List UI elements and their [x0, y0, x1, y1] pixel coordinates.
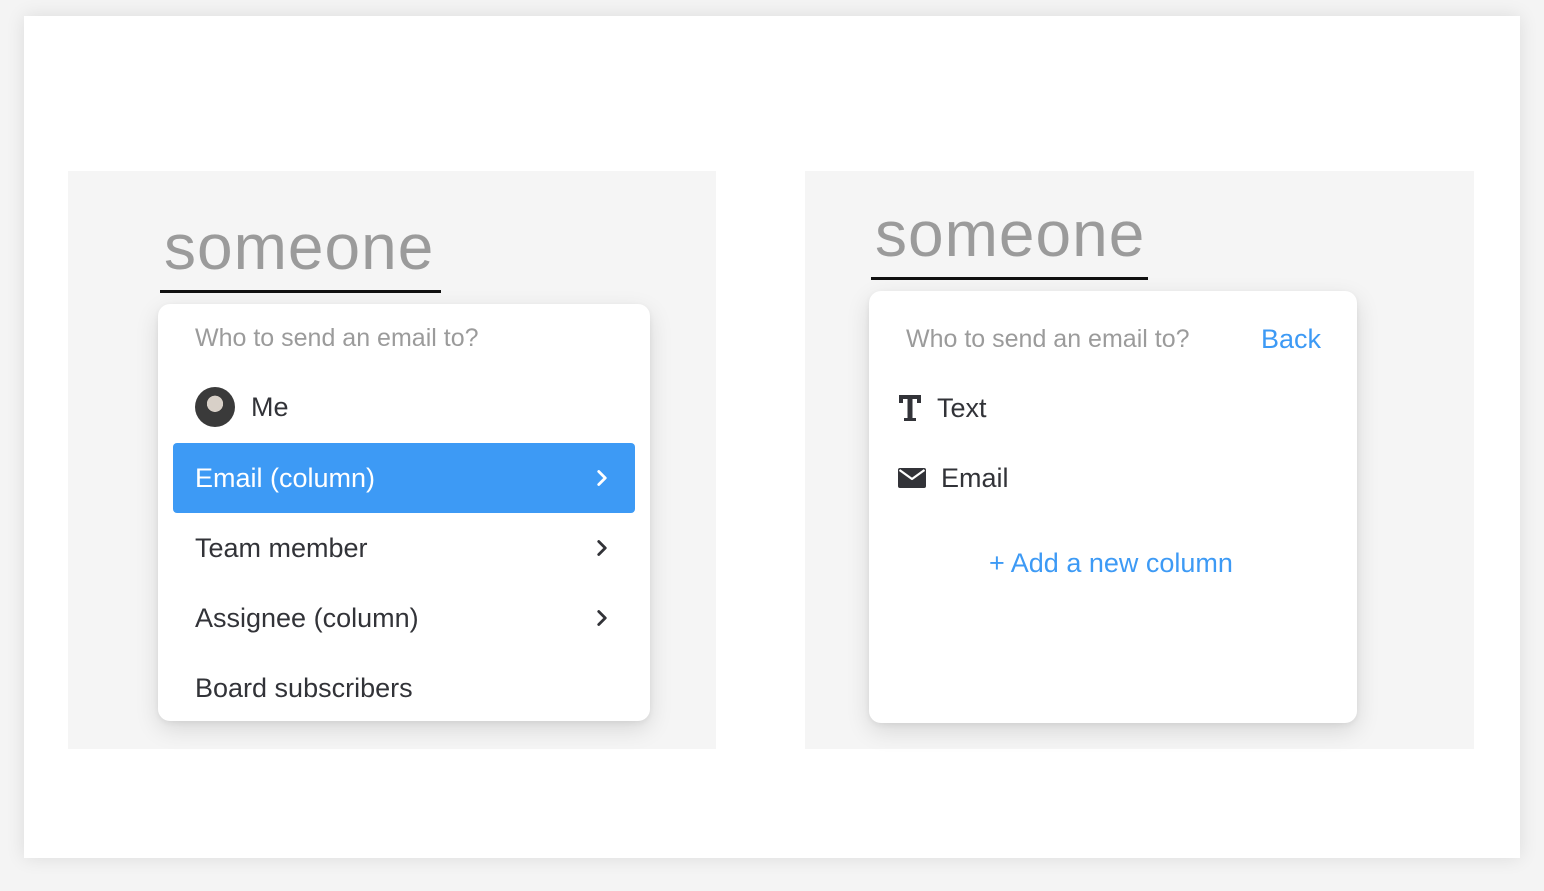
chevron-right-icon: [597, 470, 607, 486]
right-panel: someone Who to send an email to? Back Te…: [805, 171, 1474, 749]
option-text-column[interactable]: Text: [897, 383, 1327, 433]
option-email-column[interactable]: Email (column): [173, 443, 635, 513]
option-board-subscribers[interactable]: Board subscribers: [173, 653, 635, 723]
token-underline: [160, 290, 441, 293]
chevron-right-icon: [597, 610, 607, 626]
option-email-column[interactable]: Email: [897, 453, 1327, 503]
recipient-token[interactable]: someone: [164, 215, 434, 279]
option-email-column-label: Email (column): [195, 462, 376, 493]
token-underline: [871, 277, 1148, 280]
recipient-dropdown: Who to send an email to? Me Email (colum…: [158, 304, 650, 721]
option-me-label: Me: [251, 391, 289, 422]
dropdown-prompt: Who to send an email to?: [195, 324, 479, 352]
avatar: [195, 387, 235, 427]
back-link[interactable]: Back: [1261, 324, 1321, 355]
recipient-token[interactable]: someone: [875, 202, 1145, 266]
option-me[interactable]: Me: [173, 376, 635, 438]
dropdown-prompt: Who to send an email to?: [906, 325, 1190, 353]
add-new-column-link[interactable]: + Add a new column: [989, 548, 1233, 579]
text-type-icon: [899, 395, 921, 421]
option-email-label: Email: [941, 462, 1009, 493]
option-team-member-label: Team member: [195, 532, 368, 563]
option-text-label: Text: [937, 392, 987, 423]
option-team-member[interactable]: Team member: [173, 513, 635, 583]
chevron-right-icon: [597, 540, 607, 556]
column-type-dropdown: Who to send an email to? Back Text Email…: [869, 291, 1357, 723]
envelope-icon: [898, 468, 926, 488]
option-assignee-column-label: Assignee (column): [195, 602, 419, 633]
option-board-subscribers-label: Board subscribers: [195, 672, 413, 703]
option-assignee-column[interactable]: Assignee (column): [173, 583, 635, 653]
left-panel: someone Who to send an email to? Me Emai…: [68, 171, 716, 749]
